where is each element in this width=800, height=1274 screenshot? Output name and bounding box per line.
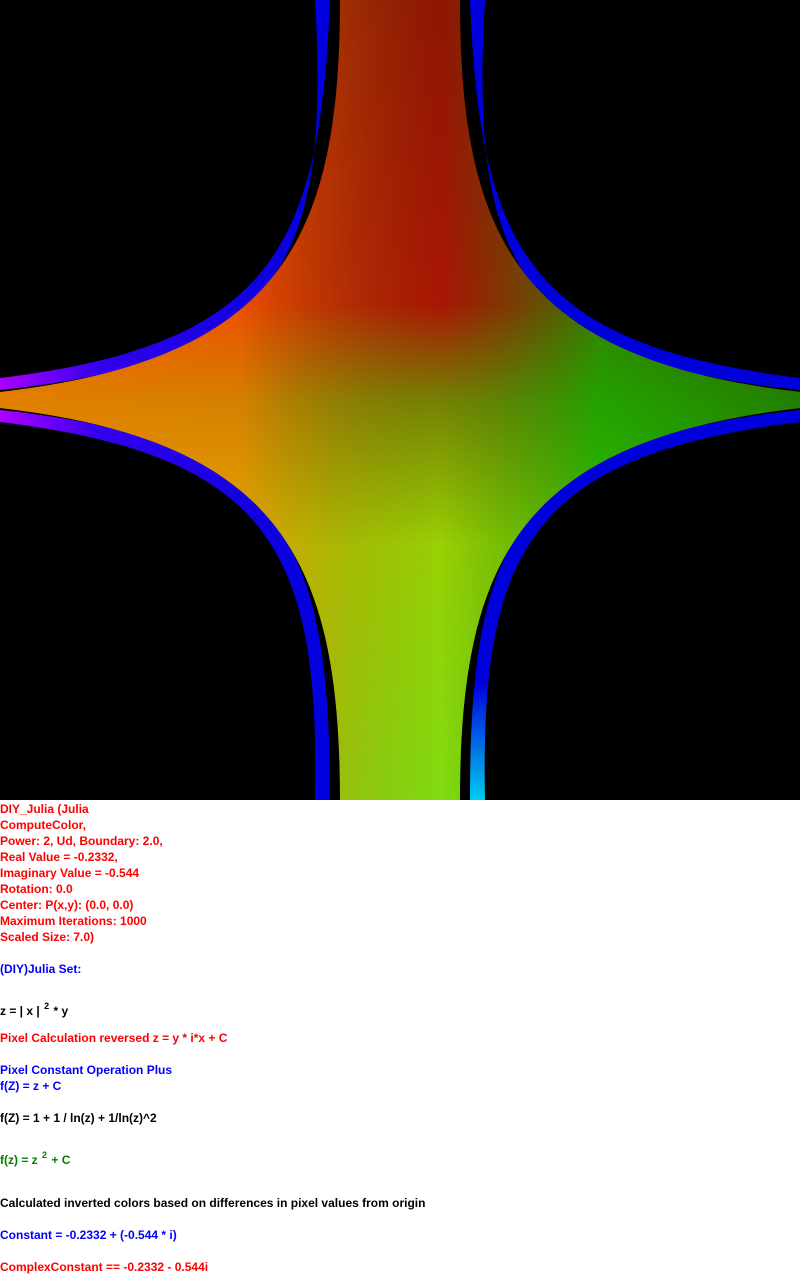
- set-title: (DIY)Julia Set:: [0, 962, 82, 976]
- complex-constant-line: ComplexConstant == -0.2332 - 0.544i: [0, 1260, 209, 1274]
- param-line-power: Power: 2, Ud, Boundary: 2.0,: [0, 834, 163, 848]
- z-formula-exponent: 2: [44, 1001, 50, 1011]
- param-line-title: DIY_Julia (Julia: [0, 802, 89, 816]
- param-line-center: Center: P(x,y): (0.0, 0.0): [0, 898, 134, 912]
- param-line-imaginary: Imaginary Value = -0.544: [0, 866, 140, 880]
- info-panel: DIY_Julia (Julia ComputeColor, Power: 2,…: [0, 800, 800, 1274]
- fz-power-prefix: f(z) = z: [0, 1153, 38, 1167]
- z-formula-suffix: * y: [53, 1004, 69, 1018]
- fz-plus-formula: f(Z) = z + C: [0, 1079, 62, 1093]
- fz-ln-formula: f(Z) = 1 + 1 / ln(z) + 1/ln(z)^2: [0, 1111, 157, 1125]
- fz-power-exponent: 2: [42, 1150, 48, 1160]
- param-line-scaled-size: Scaled Size: 7.0): [0, 930, 95, 944]
- colors-note: Calculated inverted colors based on diff…: [0, 1196, 426, 1210]
- pixel-calculation: Pixel Calculation reversed z = y * i*x +…: [0, 1031, 228, 1045]
- z-formula: z = | x | 2 * y: [0, 999, 68, 1018]
- constant-operation: Pixel Constant Operation Plus: [0, 1063, 173, 1077]
- param-line-computecolor: ComputeColor,: [0, 818, 86, 832]
- param-line-rotation: Rotation: 0.0: [0, 882, 73, 896]
- fz-power-suffix: + C: [51, 1153, 71, 1167]
- param-line-iterations: Maximum Iterations: 1000: [0, 914, 147, 928]
- constant-line: Constant = -0.2332 + (-0.544 * i): [0, 1228, 177, 1242]
- fz-power-formula: f(z) = z 2 + C: [0, 1148, 70, 1167]
- julia-fractal-image: [0, 0, 800, 800]
- param-line-real: Real Value = -0.2332,: [0, 850, 118, 864]
- z-formula-prefix: z = | x |: [0, 1004, 40, 1018]
